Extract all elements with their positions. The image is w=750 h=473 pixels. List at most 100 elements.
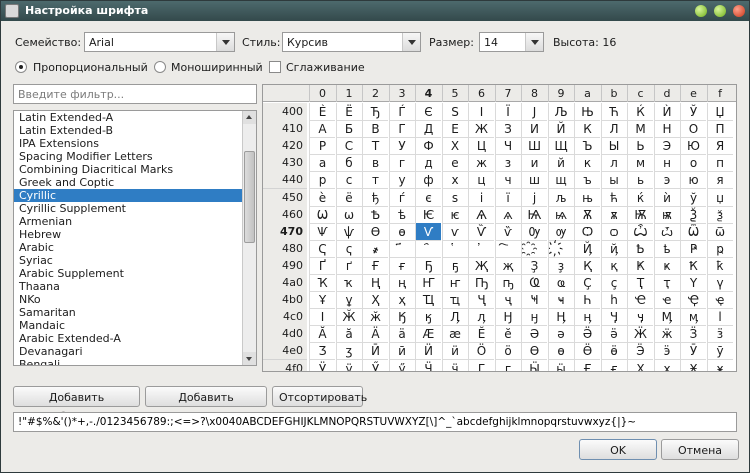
char-cell[interactable]: Б [335,120,362,139]
char-cell[interactable]: ѥ [441,205,468,224]
char-cell[interactable]: М [627,120,653,139]
char-cell[interactable]: ӌ [627,308,653,327]
close-button[interactable] [733,5,745,17]
char-cell[interactable]: ӹ [547,359,574,371]
char-cell[interactable]: ӿ [706,359,733,371]
char-cell[interactable]: ѻ [600,222,627,241]
list-item[interactable]: Armenian [14,215,243,228]
monospace-label[interactable]: Моноширинный [171,61,263,74]
filter-field[interactable] [13,84,257,104]
char-cell[interactable]: Ӱ [309,359,335,371]
char-cell[interactable]: ӣ [388,342,415,361]
char-cell[interactable]: д [415,154,441,173]
list-item[interactable]: Combining Diacritical Marks [14,163,243,176]
char-cell[interactable]: ӥ [441,342,468,361]
char-cell[interactable]: з [494,154,521,173]
list-item[interactable]: IPA Extensions [14,137,243,150]
char-cell[interactable]: Ӹ [521,359,547,371]
char-cell[interactable]: ҏ [706,239,733,258]
char-cell[interactable]: ҿ [706,291,733,310]
char-cell[interactable]: Ҏ [680,239,706,258]
char-cell[interactable]: Ѣ [362,205,388,224]
char-cell[interactable]: Я [706,137,733,156]
char-cell[interactable]: ӊ [574,308,600,327]
list-item[interactable]: Arabic [14,241,243,254]
char-cell[interactable]: ѿ [706,222,733,241]
char-cell[interactable]: ѣ [388,205,415,224]
char-cell[interactable]: қ [600,256,627,275]
proportional-label[interactable]: Пропорциональный [33,61,148,74]
family-combo[interactable]: Arial [84,32,235,52]
char-cell[interactable]: є [415,188,441,207]
char-cell[interactable]: О [680,120,706,139]
char-cell[interactable]: ҭ [653,274,680,292]
char-cell[interactable]: г [388,154,415,173]
char-cell[interactable]: э [653,171,680,190]
char-cell[interactable]: ҝ [653,256,680,275]
char-cell[interactable]: ӓ [388,325,415,344]
char-cell[interactable]: ѭ [653,205,680,224]
style-combo[interactable]: Курсив [282,32,421,52]
char-cell[interactable]: џ [706,188,733,207]
list-item[interactable]: Arabic Extended-A [14,332,243,345]
minimize-button[interactable] [695,5,707,17]
list-item[interactable]: Arabic Supplement [14,267,243,280]
char-cell[interactable]: ҉ [547,239,574,258]
char-cell[interactable]: ҆ [468,239,494,258]
char-cell[interactable]: ә [547,325,574,344]
char-cell[interactable]: Ү [680,274,706,292]
char-cell[interactable]: Ѿ [680,222,706,241]
char-cell[interactable]: й [547,154,574,173]
char-cell[interactable]: Ѕ [441,103,468,121]
char-cell[interactable]: Ѷ [468,222,494,241]
monospace-radio[interactable] [154,61,166,73]
charset-input[interactable] [14,413,736,431]
char-cell[interactable]: Ӆ [441,308,468,327]
list-item[interactable]: Cyrillic Supplement [14,202,243,215]
char-cell[interactable]: Ӝ [627,325,653,344]
char-cell[interactable]: Ӓ [362,325,388,344]
char-cell[interactable]: Ѓ [388,103,415,121]
char-cell[interactable]: ө [547,342,574,361]
char-cell[interactable]: ѯ [706,205,733,224]
char-cell[interactable]: ѱ [335,222,362,241]
char-cell[interactable]: ҅ [441,239,468,258]
char-cell[interactable]: ӫ [600,342,627,361]
add-range-button[interactable]: Добавить диапазон... [145,386,267,423]
char-cell[interactable]: Ѽ [627,222,653,241]
char-cell[interactable]: ѩ [547,205,574,224]
char-cell[interactable]: Ҕ [415,256,441,275]
char-cell[interactable]: Ӥ [415,342,441,361]
char-cell[interactable]: Ҟ [680,256,706,275]
char-cell[interactable]: ӛ [600,325,627,344]
char-cell[interactable]: ҄ [415,239,441,258]
list-item[interactable]: Spacing Modifier Letters [14,150,243,163]
list-item[interactable]: Mandaic [14,319,243,332]
char-cell[interactable]: ѷ [494,222,521,241]
char-cell[interactable]: Ҝ [627,256,653,275]
char-cell[interactable]: ї [494,188,521,207]
char-cell[interactable]: И [521,120,547,139]
char-cell[interactable]: ч [494,171,521,190]
char-cell[interactable]: ӻ [600,359,627,371]
char-cell[interactable]: ѹ [547,222,574,241]
char-cell[interactable]: п [706,154,733,173]
char-cell[interactable]: м [627,154,653,173]
char-cell[interactable]: у [388,171,415,190]
char-cell[interactable]: Г [388,120,415,139]
list-item[interactable]: Samaritan [14,306,243,319]
char-cell[interactable]: ц [468,171,494,190]
char-cell[interactable]: Ӷ [468,359,494,371]
char-cell[interactable]: њ [574,188,600,207]
char-cell[interactable]: ґ [335,256,362,275]
char-cell[interactable]: Ѐ [309,103,335,121]
char-cell[interactable]: а [309,154,335,173]
char-cell[interactable]: Ӎ [653,308,680,327]
char-cell[interactable]: я [706,171,733,190]
char-cell[interactable]: Х [441,137,468,156]
char-cell[interactable]: ҟ [706,256,733,275]
char-cell[interactable]: б [335,154,362,173]
char-cell[interactable]: Ј [521,103,547,121]
list-item[interactable]: Bengali [14,358,243,365]
char-cell[interactable]: Њ [574,103,600,121]
